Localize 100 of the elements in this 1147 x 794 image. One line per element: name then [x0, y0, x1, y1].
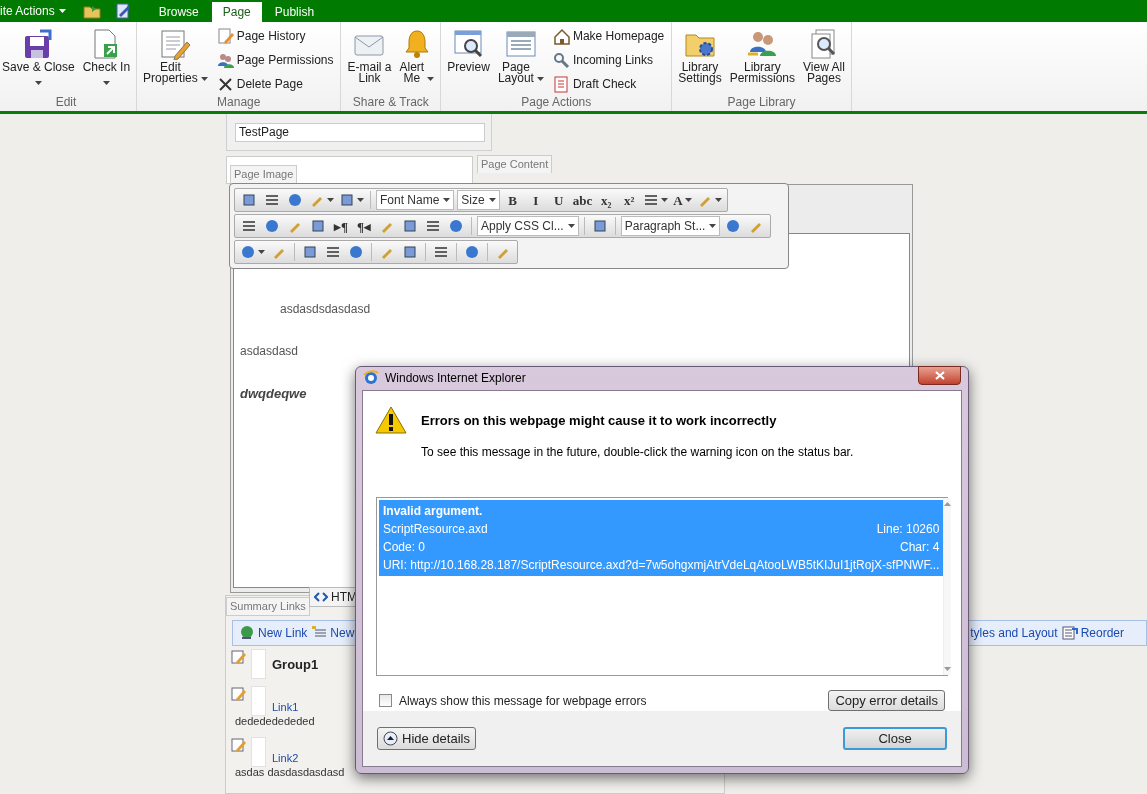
group-label: Edit — [54, 95, 78, 111]
close-icon — [934, 370, 945, 380]
empty-image-frame — [251, 649, 266, 679]
tool-icon — [464, 244, 480, 260]
link-magnifier-icon — [552, 51, 570, 69]
page-layout-icon — [504, 28, 537, 60]
ribbon-button[interactable]: Check In — [79, 28, 134, 85]
tool-icon — [402, 218, 418, 234]
toolbar-button[interactable]: I — [525, 190, 546, 210]
edit-note-icon — [231, 686, 247, 702]
page-pencil-icon — [216, 27, 234, 45]
content-paragraph: asdasdsdasdasd — [279, 301, 372, 318]
tool-icon — [241, 218, 257, 234]
toolbar-link[interactable]: New Link — [239, 624, 308, 642]
content-paragraph: dwqdeqwe — [240, 385, 308, 403]
folder-arrow-icon — [82, 3, 101, 19]
error-detail: URI: http://10.168.28.187/ScriptResource.axd?d=7w5ohgxmjAtrVdeLqAtooLWB5tKIJuI1jtRojX-sfPNWF... — [383, 557, 940, 574]
ribbon-button[interactable]: E-mail a Link — [344, 28, 395, 84]
caret-icon — [709, 224, 717, 228]
tool-icon — [264, 218, 280, 234]
site-actions-menu[interactable]: ite Actions — [0, 0, 78, 22]
link-description: asdas dasdasdasdasd — [235, 764, 345, 780]
close-button[interactable] — [918, 365, 961, 385]
error-detail: Line: 10260 — [876, 521, 940, 538]
toolbar-button[interactable]: ¶◂ — [354, 216, 374, 236]
caret-icon — [567, 224, 575, 228]
dialog-close-button[interactable]: Close — [843, 727, 947, 750]
tool-icon — [643, 192, 660, 208]
toolbar-button[interactable]: x² — [619, 190, 640, 210]
group-label: Page Library — [726, 95, 797, 111]
empty-image-frame — [251, 686, 266, 716]
chevron-up-icon — [383, 731, 398, 746]
ribbon-button[interactable]: Preview — [444, 28, 493, 73]
tool-icon — [302, 244, 318, 260]
window-magnifier-icon — [452, 28, 485, 60]
tool-icon — [725, 218, 742, 234]
ribbon-button[interactable]: Save & Close — [0, 28, 78, 85]
ribbon-button[interactable]: Library Settings — [675, 28, 725, 84]
always-show-checkbox[interactable]: Always show this message for webpage errors — [379, 691, 647, 710]
ribbon-small-button[interactable]: Page History — [216, 26, 338, 46]
tool-icon — [310, 218, 326, 234]
tool-icon — [241, 192, 257, 208]
tool-icon — [264, 192, 280, 208]
tool-icon — [433, 244, 449, 260]
tool-icon — [339, 192, 355, 208]
ribbon-small-button[interactable]: Draft Check — [552, 74, 669, 94]
toolbar-button[interactable]: B — [502, 190, 523, 210]
caret-icon — [443, 198, 451, 202]
tool-icon — [348, 244, 364, 260]
ribbon-button[interactable]: Alert Me — [396, 28, 438, 84]
ribbon-tab[interactable]: Page — [211, 2, 262, 22]
ribbon-small-button[interactable]: Page Permissions — [216, 50, 338, 70]
group-label: Share & Track — [351, 95, 430, 111]
caret-icon — [58, 9, 66, 13]
tool-icon — [325, 244, 341, 260]
error-detail: Code: 0 — [383, 539, 426, 556]
ribbon-button[interactable]: Edit Properties — [140, 28, 211, 84]
toolbar-dropdown[interactable]: Apply CSS Cl... — [477, 216, 579, 236]
tool-icon — [287, 192, 303, 208]
group-title: Group1 — [272, 656, 319, 674]
page-pencil-icon — [113, 3, 132, 19]
toolbar-dropdown[interactable]: Paragraph St... — [620, 216, 721, 236]
ribbon-button[interactable]: Library Permissions — [726, 28, 798, 84]
caret-icon — [488, 198, 496, 202]
error-detail: ScriptResource.axd — [383, 521, 488, 538]
link-title[interactable]: Link1 — [272, 699, 299, 716]
ribbon-small-button[interactable]: Incoming Links — [552, 50, 669, 70]
link-title[interactable]: Link2 — [272, 749, 299, 766]
dialog-heading: Errors on this webpage might cause it to work incorrectly — [421, 411, 778, 430]
link-description: dedededededed — [235, 714, 316, 729]
hide-details-button[interactable]: Hide details — [377, 727, 476, 750]
page-check-icon — [552, 75, 570, 93]
ribbon-tab[interactable]: Browse — [145, 2, 212, 22]
toolbar-button[interactable]: ▸¶ — [331, 216, 351, 236]
empty-image-frame — [251, 736, 266, 767]
ribbon-small-button[interactable]: Make Homepage — [552, 26, 669, 46]
checkbox[interactable] — [379, 694, 392, 707]
x-mark-icon — [216, 75, 234, 93]
ribbon-button[interactable]: Page Layout — [494, 28, 547, 84]
toolbar-button[interactable]: A — [672, 190, 693, 210]
toolbar-dropdown[interactable]: Size — [457, 190, 500, 210]
ribbon-small-button[interactable]: Delete Page — [216, 74, 338, 94]
content-paragraph: asdasdasd — [240, 343, 300, 360]
toolbar-link[interactable]: tyles and Layout — [970, 624, 1058, 642]
up-arrow-icon — [944, 502, 952, 506]
toolbar-button[interactable]: x₂ — [596, 190, 617, 210]
title-field[interactable]: TestPage — [235, 122, 485, 142]
toolbar-dropdown[interactable]: Font Name — [376, 190, 455, 210]
copy-details-button[interactable]: Copy error details — [828, 690, 945, 711]
down-arrow-icon — [944, 667, 952, 671]
toolbar-button[interactable]: abc — [571, 190, 594, 210]
toolbar-link[interactable]: New — [311, 624, 355, 642]
toolbar-link[interactable]: Reorder — [1061, 624, 1124, 642]
toolbar-button[interactable]: U — [548, 190, 569, 210]
ribbon-button[interactable]: View All Pages — [800, 28, 848, 84]
ribbon-tab[interactable]: Publish — [261, 2, 328, 22]
floppy-disk-icon — [22, 28, 55, 60]
house-icon — [552, 27, 570, 45]
tool-icon — [402, 244, 418, 260]
error-title: Invalid argument. — [383, 503, 484, 520]
